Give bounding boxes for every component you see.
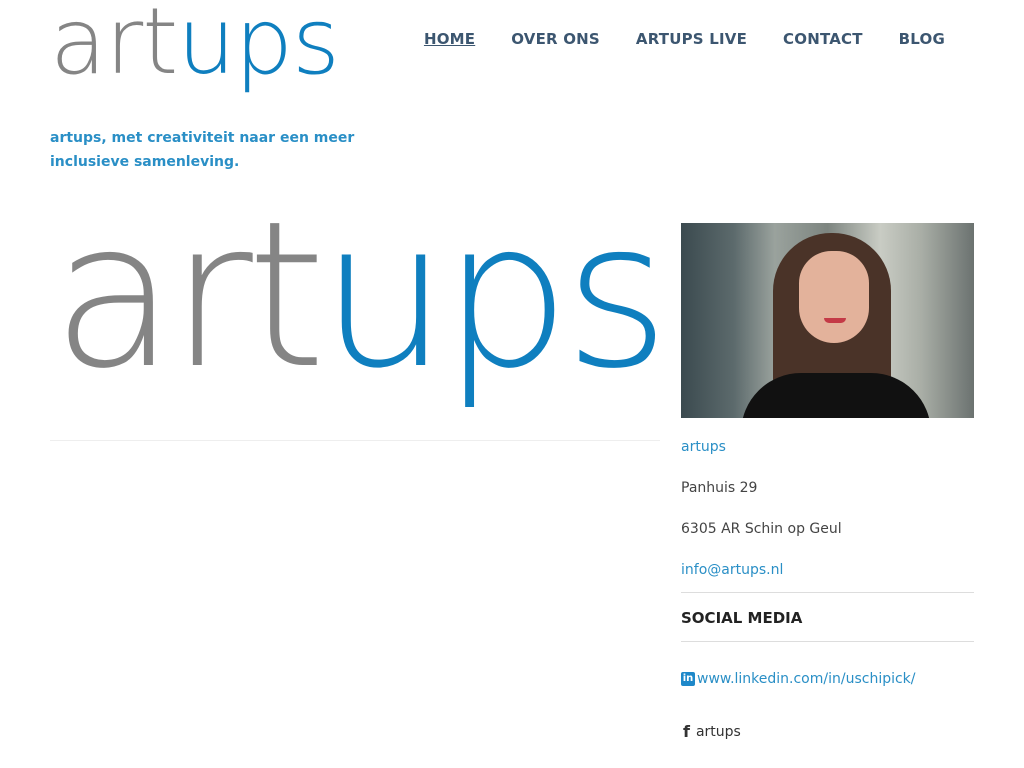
contact-name-link[interactable]: artups [681,437,726,478]
contact-city: 6305 AR Schin op Geul [681,521,842,537]
portrait-photo [681,223,974,418]
nav-blog[interactable]: BLOG [899,30,945,48]
nav-home[interactable]: HOME [424,30,475,48]
nav-over-ons[interactable]: OVER ONS [511,30,600,48]
contact-street: Panhuis 29 [681,480,758,496]
contact-email-link[interactable]: info@artups.nl [681,560,783,601]
hero-logo-part-ups: ups [320,177,669,413]
facebook-label: artups [695,723,741,740]
hero-logo-area: artups [50,194,670,441]
divider [681,592,974,593]
hero-logo-part-art: art [52,177,326,413]
site-logo[interactable]: artups [50,0,340,88]
logo-part-art: art [50,0,178,95]
facebook-link[interactable]: f artups [683,722,741,741]
logo-part-ups: ups [177,0,340,95]
main-nav: HOME OVER ONS ARTUPS LIVE CONTACT BLOG [424,30,945,48]
nav-contact[interactable]: CONTACT [783,30,863,48]
hero-logo: artups [52,194,670,396]
linkedin-link[interactable]: in www.linkedin.com/in/uschipick/ [681,671,916,687]
linkedin-url: www.linkedin.com/in/uschipick/ [697,671,916,687]
social-media-heading: SOCIAL MEDIA [681,609,803,627]
divider [681,641,974,642]
sidebar: artups Panhuis 29 6305 AR Schin op Geul … [681,223,974,741]
linkedin-icon: in [681,672,695,686]
nav-artups-live[interactable]: ARTUPS LIVE [636,30,747,48]
facebook-icon: f [683,722,690,741]
site-tagline: artups, met creativiteit naar een meer i… [50,130,355,170]
